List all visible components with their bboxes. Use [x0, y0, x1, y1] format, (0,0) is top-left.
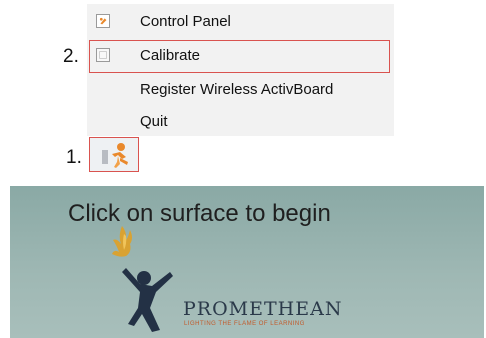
- step-1-label: 1.: [66, 147, 82, 168]
- tray-icon-highlight-box: [89, 137, 139, 172]
- menu-item-label: Quit: [140, 113, 168, 130]
- menu-item-register-wireless-activboard[interactable]: Register Wireless ActivBoard: [87, 74, 394, 106]
- menu-item-quit[interactable]: Quit: [87, 106, 394, 138]
- promethean-tagline: LIGHTING THE FLAME OF LEARNING: [184, 321, 305, 327]
- menu-item-label: Register Wireless ActivBoard: [140, 81, 334, 98]
- promethean-wordmark: PROMETHEAN: [183, 298, 343, 320]
- menu-item-label: Control Panel: [140, 13, 231, 30]
- promethean-logo-icon: [112, 226, 173, 332]
- menu-item-control-panel[interactable]: Control Panel: [87, 6, 394, 38]
- step-2-label: 2.: [63, 46, 79, 67]
- calibrate-highlight-box: [89, 40, 390, 73]
- control-panel-icon: [96, 14, 110, 28]
